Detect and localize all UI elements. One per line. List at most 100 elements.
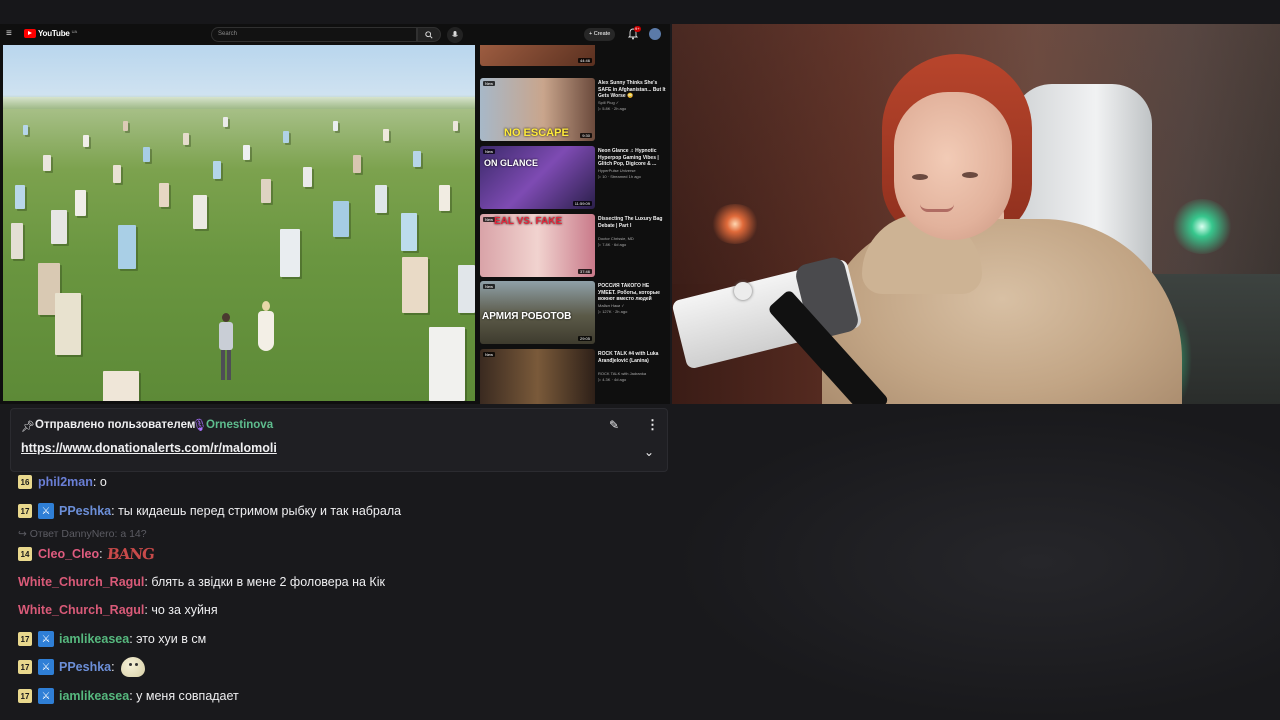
video-title[interactable]: Dissecting The Luxury Bag Debate | Part … bbox=[598, 216, 666, 229]
red-lamp bbox=[710, 204, 760, 244]
notifications-badge: 9+ bbox=[634, 26, 641, 32]
chat-username[interactable]: iamlikeasea bbox=[59, 689, 129, 703]
chat-text: : это хуи в см bbox=[129, 632, 207, 646]
channel-name[interactable]: HyperPulse Universe bbox=[598, 168, 666, 173]
streamer-face bbox=[894, 92, 1012, 240]
eye bbox=[962, 172, 978, 178]
blob-emote[interactable] bbox=[120, 657, 145, 677]
video-title[interactable]: ROCK TALK #4 with Luka Aranđjelović (Lan… bbox=[598, 351, 666, 364]
webcam-feed bbox=[672, 24, 1280, 404]
video-stats: ▷ 10 · Streamed 1h ago bbox=[598, 174, 641, 179]
donation-link[interactable]: https://www.donationalerts.com/r/malomol… bbox=[21, 441, 277, 455]
door bbox=[283, 131, 289, 143]
video-title[interactable]: РОССИЯ ТАКОГО НЕ УМЕЕТ. Роботы, которые … bbox=[598, 283, 666, 303]
door bbox=[213, 161, 221, 179]
chat-username[interactable]: phil2man bbox=[38, 475, 93, 489]
channel-name[interactable]: Spill Plug ✓ bbox=[598, 100, 666, 105]
door bbox=[159, 183, 169, 207]
moderator-sword-icon: ⚔ bbox=[38, 631, 54, 647]
youtube-header: ≡ YouTube UA Search + Create 9+ bbox=[0, 24, 670, 45]
unpin-icon[interactable]: ✎ bbox=[609, 418, 619, 432]
subscriber-badge: 14 bbox=[18, 547, 32, 561]
subscriber-badge: 17 bbox=[18, 632, 32, 646]
video-thumbnail: New NO ESCAPE 9:30 bbox=[480, 78, 595, 141]
voice-search-button[interactable] bbox=[447, 27, 463, 43]
door bbox=[383, 129, 389, 141]
search-icon bbox=[425, 30, 433, 39]
door bbox=[303, 167, 312, 187]
thumbnail-overlay-text: АРМИЯ РОБОТОВ bbox=[482, 311, 572, 322]
recommendation-item[interactable]: New ROCK TALK #4 with Luka Aranđjelović … bbox=[480, 349, 668, 404]
pin-icon: 📌︎ bbox=[21, 421, 35, 433]
door bbox=[11, 223, 23, 259]
channel-name[interactable]: Doctor Chrissie, MD bbox=[598, 236, 666, 241]
door bbox=[223, 117, 228, 127]
chat-username[interactable]: iamlikeasea bbox=[59, 632, 129, 646]
door bbox=[401, 213, 417, 251]
recommendation-item[interactable]: New NO ESCAPE 9:30 Alex Sunny Thinks She… bbox=[480, 78, 668, 144]
account-avatar[interactable] bbox=[649, 28, 661, 40]
mouth bbox=[920, 204, 954, 212]
chat-username[interactable]: PPeshka bbox=[59, 660, 111, 674]
more-options-icon[interactable]: ⋮ bbox=[646, 417, 659, 433]
chat-text: : чо за хуйня bbox=[144, 603, 218, 617]
pinned-by-user[interactable]: Ornestinova bbox=[206, 419, 273, 431]
chat-text: : ты кидаешь перед стримом рыбку и так н… bbox=[111, 504, 402, 518]
chat-username[interactable]: White_Church_Ragul bbox=[18, 575, 144, 589]
subscriber-badge: 16 bbox=[18, 475, 32, 489]
door bbox=[43, 155, 51, 171]
create-button[interactable]: + Create bbox=[584, 28, 616, 41]
eye bbox=[912, 174, 928, 180]
door bbox=[439, 185, 450, 211]
channel-name[interactable]: ROCK TALK with Jadranka bbox=[598, 371, 666, 376]
chat-username[interactable]: PPeshka bbox=[59, 504, 111, 518]
door bbox=[280, 229, 300, 277]
chat-text: : bbox=[99, 547, 103, 561]
chat-message: White_Church_Ragul : чо за хуйня bbox=[18, 599, 218, 621]
chat-username[interactable]: Cleo_Cleo bbox=[38, 547, 99, 561]
recommendations-list: 44:46 New NO ESCAPE 9:30 Alex Sunny Thin… bbox=[480, 45, 668, 404]
video-duration: 44:46 bbox=[577, 58, 592, 63]
video-title[interactable]: Neon Glance ♫ Hypnotic Hyperpop Gaming V… bbox=[598, 148, 666, 168]
channel-name[interactable]: Майкл Наки ✓ bbox=[598, 303, 666, 308]
door bbox=[118, 225, 136, 269]
chevron-down-icon[interactable]: ⌄ bbox=[644, 445, 654, 459]
main-video-player[interactable] bbox=[3, 45, 475, 401]
door bbox=[51, 210, 67, 244]
recommendation-item[interactable]: New ON GLANCE 11:59:09 Neon Glance ♫ Hyp… bbox=[480, 146, 668, 212]
door bbox=[183, 133, 189, 145]
subscriber-badge: 17 bbox=[18, 689, 32, 703]
door bbox=[23, 125, 28, 135]
moderator-sword-icon: ⚔ bbox=[38, 688, 54, 704]
chat-message: White_Church_Ragul : блять а звідки в ме… bbox=[18, 571, 385, 593]
hamburger-menu-icon[interactable]: ≡ bbox=[6, 29, 15, 39]
search-input[interactable]: Search bbox=[211, 27, 417, 42]
door bbox=[15, 185, 25, 209]
new-badge: New bbox=[483, 149, 496, 154]
door bbox=[193, 195, 207, 229]
search-button[interactable] bbox=[417, 27, 441, 42]
moderator-sword-icon: ⚔ bbox=[38, 503, 54, 519]
recommendation-item[interactable]: New АРМИЯ РОБОТОВ 29:05 РОССИЯ ТАКОГО НЕ… bbox=[480, 281, 668, 347]
reply-thread-hint[interactable]: ↪ Ответ DannyNero: а 14? bbox=[18, 528, 147, 540]
chat-message: 16 phil2man : о bbox=[18, 471, 107, 493]
video-title[interactable]: Alex Sunny Thinks She's SAFE in Afghanis… bbox=[598, 80, 666, 100]
door bbox=[113, 165, 121, 183]
chat-text: : bbox=[111, 660, 115, 674]
door bbox=[353, 155, 361, 173]
door bbox=[55, 293, 81, 355]
recommendation-item[interactable]: 44:46 bbox=[480, 45, 668, 69]
youtube-region-code: UA bbox=[71, 28, 78, 34]
video-duration: 9:30 bbox=[580, 133, 592, 138]
subscriber-badge: 17 bbox=[18, 660, 32, 674]
person-figure bbox=[257, 301, 275, 357]
bang-emote[interactable]: BANG bbox=[106, 545, 155, 563]
pinned-by-label: Отправлено пользователем bbox=[35, 419, 196, 431]
recommendation-item[interactable]: New EAL VS. FAKE 37:46 Dissecting The Lu… bbox=[480, 214, 668, 280]
chat-username[interactable]: White_Church_Ragul bbox=[18, 603, 144, 617]
chat-message: 17 ⚔ PPeshka : bbox=[18, 656, 145, 678]
chat-message: 17 ⚔ PPeshka : ты кидаешь перед стримом … bbox=[18, 500, 401, 522]
green-lamp bbox=[1172, 199, 1232, 254]
microphone-icon bbox=[452, 31, 458, 37]
youtube-logo[interactable]: YouTube UA bbox=[24, 29, 77, 38]
